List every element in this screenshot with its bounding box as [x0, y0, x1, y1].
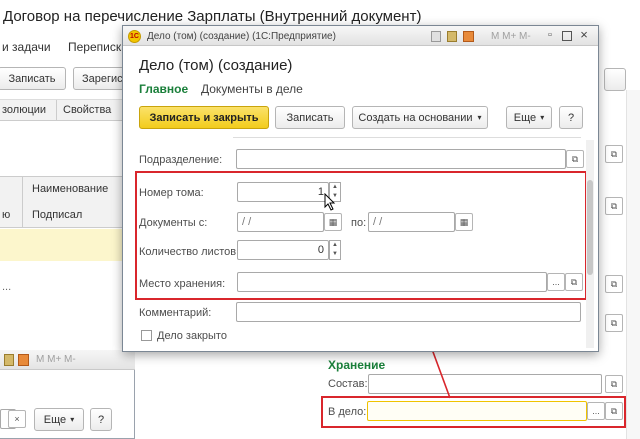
close-icon[interactable]: ×	[577, 28, 591, 42]
dialog-window: 1С Дело (том) (создание) (1С:Предприятие…	[122, 25, 599, 352]
app-logo-icon: 1С	[128, 30, 141, 43]
docs-from-placeholder: / /	[242, 216, 252, 228]
dialog-scrollbar[interactable]	[586, 140, 594, 348]
sheets-label: Количество листов:	[139, 246, 240, 258]
create-based-on-button[interactable]: Создать на основании ▾	[352, 106, 488, 129]
dialog-window-title: Дело (том) (создание) (1С:Предприятие)	[147, 31, 336, 42]
create-based-on-label: Создать на основании	[358, 111, 473, 124]
storage-open-icon[interactable]: ⧉	[565, 273, 583, 291]
docs-to-input[interactable]: / /	[368, 212, 455, 232]
dialog-toolbar-icons	[431, 30, 491, 43]
save-button[interactable]: Записать	[275, 106, 345, 129]
mouse-cursor-icon	[324, 193, 336, 211]
closed-checkbox[interactable]	[141, 330, 152, 341]
sheets-value: 0	[317, 244, 324, 256]
dialog-heading: Дело (том) (создание)	[139, 57, 293, 74]
storage-select-button[interactable]: ...	[547, 273, 565, 291]
volume-input[interactable]: 1	[237, 182, 329, 202]
docs-from-input[interactable]: / /	[237, 212, 324, 232]
department-field[interactable]	[236, 149, 566, 169]
help-button[interactable]: ?	[559, 106, 583, 129]
more-label: Еще	[513, 111, 537, 124]
calculator-icon[interactable]	[447, 31, 457, 42]
bookmark-icon[interactable]	[431, 31, 441, 42]
calendar-icon[interactable]: ▦	[455, 213, 473, 231]
to-label: по:	[351, 217, 367, 229]
volume-label: Номер тома:	[139, 187, 204, 199]
more-button[interactable]: Еще ▾	[506, 106, 552, 129]
comment-field[interactable]	[236, 302, 581, 322]
maximize-icon[interactable]	[562, 31, 572, 41]
minimize-icon[interactable]: ▫	[544, 30, 556, 42]
save-and-close-button[interactable]: Записать и закрыть	[139, 106, 269, 129]
storage-place-label: Место хранения:	[139, 278, 226, 290]
department-open-icon[interactable]: ⧉	[566, 150, 584, 168]
storage-place-field[interactable]	[237, 272, 547, 292]
docs-to-placeholder: / /	[373, 216, 383, 228]
comment-label: Комментарий:	[139, 307, 212, 319]
chevron-down-icon: ▾	[540, 113, 545, 122]
closed-label: Дело закрыто	[157, 330, 227, 342]
calendar-icon[interactable]: ▦	[324, 213, 342, 231]
chevron-down-icon: ▾	[477, 113, 482, 122]
dialog-memory-buttons[interactable]: M M+ M-	[491, 31, 531, 42]
dialog-scrollbar-thumb[interactable]	[587, 180, 593, 275]
docs-from-label: Документы с:	[139, 217, 208, 229]
sheets-input[interactable]: 0	[237, 240, 329, 260]
tab-documents[interactable]: Документы в деле	[201, 82, 303, 96]
calendar-icon[interactable]	[463, 31, 474, 42]
tab-main[interactable]: Главное	[139, 82, 188, 96]
sheets-stepper[interactable]: ▲ ▼	[329, 240, 341, 260]
department-label: Подразделение:	[139, 154, 223, 166]
